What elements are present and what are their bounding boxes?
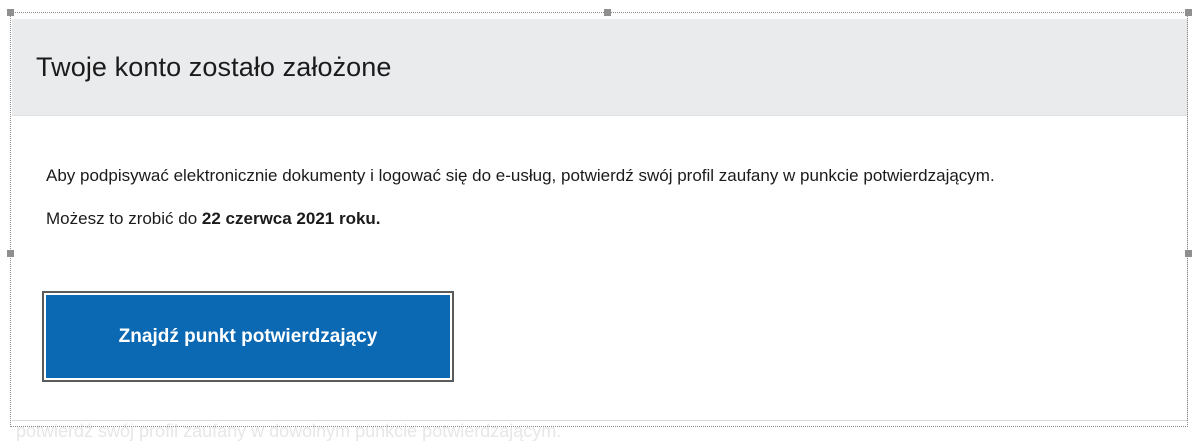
- selection-frame: [10, 12, 1188, 427]
- resize-handle-top-center[interactable]: [604, 9, 611, 16]
- resize-handle-top-left[interactable]: [7, 9, 14, 16]
- resize-handle-top-right[interactable]: [1185, 9, 1192, 16]
- resize-handle-middle-left[interactable]: [7, 250, 14, 257]
- resize-handle-middle-right[interactable]: [1185, 250, 1192, 257]
